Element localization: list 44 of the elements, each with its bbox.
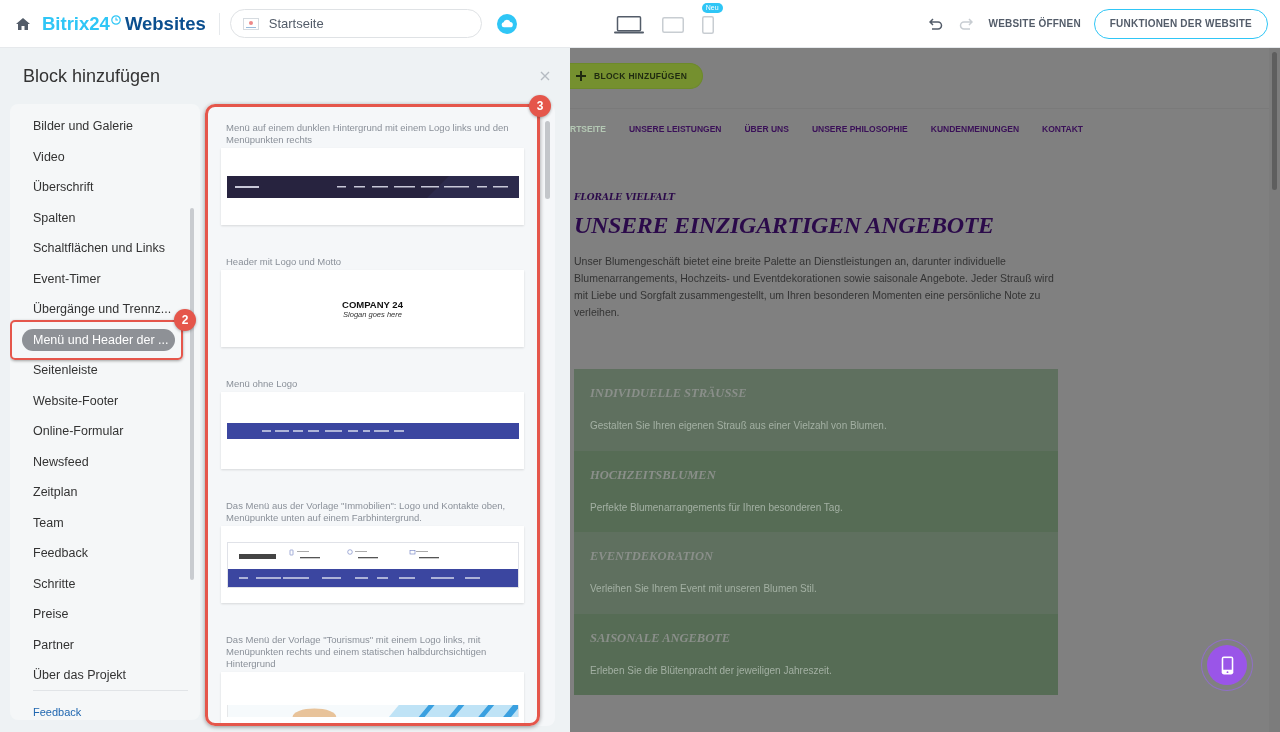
offer-text: Gestalten Sie Ihren eigenen Strauß aus einer Vielzahl von Blumen. (590, 420, 888, 431)
intro-text: Unser Blumengeschäft bietet eine breite Palette an Dienstleistungen an, darunter individuelle Blumenarrangements, Hochzeits- und Eventdekorationen sowie saisonale Angebote. Jeder Strauß wird mit Liebe und Sorgfalt zusammengestellt, um Ihren besonderen Momenten eine persönliche Note zu verleihen. (574, 254, 1055, 320)
category-item[interactable]: Spalten (22, 206, 175, 229)
logo[interactable]: Bitrix24 Websites (42, 12, 206, 35)
category-item[interactable]: Schaltflächen und Links (22, 237, 175, 260)
category-item[interactable]: Online-Formular (22, 420, 175, 443)
category-item[interactable]: Team (22, 511, 175, 534)
callout-badge: 2 (174, 308, 196, 331)
block-description: Das Menü der Vorlage "Tourismus" mit einem Logo links, mit Menüpunkten rechts und einem statischen halbdurchsichtigen Hintergrund (226, 634, 488, 670)
category-item[interactable]: Website-Footer (22, 389, 175, 412)
callout-badge: 3 (529, 95, 551, 117)
category-item[interactable]: Überschrift (22, 176, 175, 199)
website-features-button[interactable]: FUNKTIONEN DER WEBSITE (1093, 8, 1268, 39)
category-item[interactable]: Video (22, 145, 175, 168)
section-eyebrow: FLORALE VIELFALT (574, 192, 677, 202)
offer-text: Verleihen Sie Ihrem Event mit unseren Blumen Stil. (590, 583, 818, 594)
category-item[interactable]: Schritte (22, 572, 175, 595)
category-item[interactable]: Preise (22, 603, 175, 626)
panel-title: Block hinzufügen (23, 65, 161, 87)
category-item[interactable]: Event-Timer (22, 267, 175, 290)
offer-text: Erleben Sie die Blütenpracht der jeweiligen Jahreszeit. (590, 664, 833, 676)
category-item[interactable]: Zeitplan (22, 481, 175, 504)
category-item[interactable]: Bilder und Galerie (22, 115, 175, 138)
nav-link[interactable]: KONTAKT (1042, 124, 1083, 159)
offer-text: Perfekte Blumenarrangements für Ihren besonderen Tag. (590, 501, 844, 513)
open-website-link[interactable]: WEBSITE ÖFFNEN (988, 18, 1081, 29)
add-block-button[interactable]: BLOCK HINZUFÜGEN (570, 63, 704, 89)
block-description: Header mit Logo und Motto (226, 256, 343, 268)
category-item[interactable]: Newsfeed (22, 450, 175, 473)
block-description: Menü ohne Logo (226, 378, 299, 390)
feedback-link[interactable]: Feedback (33, 706, 82, 718)
category-item[interactable]: Seitenleiste (22, 359, 175, 382)
block-description: Menü auf einem dunklen Hintergrund mit einem Logo links und den Menüpunkten rechts (226, 122, 510, 146)
category-item[interactable]: Partner (22, 633, 175, 656)
nav-link[interactable]: KUNDENMEINUNGEN (930, 124, 1020, 159)
nav-link[interactable]: UNSERE PHILOSOPHIE (811, 124, 908, 159)
category-item[interactable]: Feedback (22, 542, 175, 565)
nav-link[interactable]: ÜBER UNS (744, 124, 789, 159)
preview-logo: COMPANY 24 (342, 298, 403, 310)
category-item[interactable]: Übergänge und Trennz... (22, 298, 175, 321)
block-description: Das Menü aus der Vorlage "Immobilien": Logo und Kontakte oben, Menüpunkte unten auf einem Farbhintergrund. (226, 500, 507, 524)
section-heading: UNSERE EINZIGARTIGEN ANGEBOTE (574, 212, 995, 239)
nav-link[interactable]: UNSERE LEISTUNGEN (628, 124, 722, 159)
category-item[interactable]: Über das Projekt (22, 664, 175, 687)
